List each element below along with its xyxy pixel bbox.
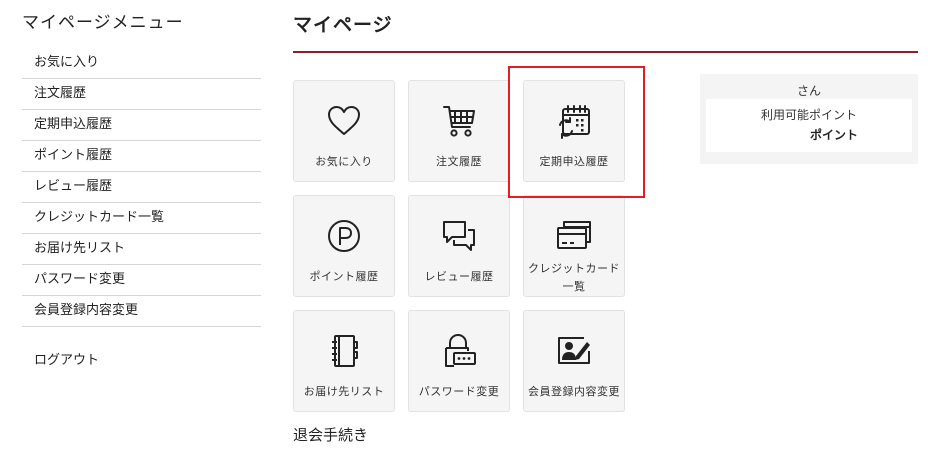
- user-name: さん: [796, 84, 821, 98]
- tile-label: 注文履歴: [436, 155, 482, 168]
- page-title: マイページ: [293, 14, 393, 36]
- tile-label: クレジットカード 一覧: [524, 260, 624, 296]
- tile-label: お気に入り: [315, 155, 373, 168]
- address-book-icon: [326, 333, 362, 369]
- sidebar-item-address-list[interactable]: お届け先リスト: [22, 234, 261, 265]
- tile-label-line-2: 一覧: [562, 280, 586, 293]
- credit-card-icon: [556, 218, 592, 254]
- sidebar-item-credit-cards[interactable]: クレジットカード一覧: [22, 203, 261, 234]
- cart-icon: [441, 103, 477, 139]
- sidebar-title: マイページメニュー: [22, 13, 184, 33]
- sidebar-item-member-info[interactable]: 会員登録内容変更: [22, 296, 261, 327]
- points-box: 利用可能ポイント ポイント: [706, 99, 912, 152]
- tile-point-history[interactable]: ポイント履歴: [293, 195, 395, 297]
- chat-icon: [441, 218, 477, 254]
- sidebar-menu: お気に入り 注文履歴 定期申込履歴 ポイント履歴 レビュー履歴 クレジットカード…: [22, 48, 261, 327]
- available-points-value: ポイント: [809, 128, 858, 142]
- sidebar-item-order-history[interactable]: 注文履歴: [22, 79, 261, 110]
- tile-order-history[interactable]: 注文履歴: [408, 80, 510, 182]
- title-divider: [293, 51, 918, 53]
- tile-label: ポイント履歴: [309, 270, 379, 283]
- calendar-refresh-icon: [556, 103, 592, 139]
- tile-label: 会員登録内容変更: [528, 385, 620, 398]
- sidebar-item-point-history[interactable]: ポイント履歴: [22, 141, 261, 172]
- tile-review-history[interactable]: レビュー履歴: [408, 195, 510, 297]
- tile-password-change[interactable]: パスワード変更: [408, 310, 510, 412]
- sidebar-item-subscription-history[interactable]: 定期申込履歴: [22, 110, 261, 141]
- heart-icon: [326, 103, 362, 139]
- tile-member-info[interactable]: 会員登録内容変更: [523, 310, 625, 412]
- tile-label: お届け先リスト: [303, 385, 385, 398]
- tile-label: 定期申込履歴: [539, 155, 609, 168]
- tile-favorites[interactable]: お気に入り: [293, 80, 395, 182]
- sidebar: マイページメニュー お気に入り 注文履歴 定期申込履歴 ポイント履歴 レビュー履…: [22, 12, 261, 368]
- tile-address-list[interactable]: お届け先リスト: [293, 310, 395, 412]
- profile-edit-icon: [556, 333, 592, 369]
- tile-credit-cards[interactable]: クレジットカード 一覧: [523, 195, 625, 297]
- withdraw-link[interactable]: 退会手続き: [293, 424, 368, 445]
- tile-label: レビュー履歴: [424, 270, 494, 283]
- tile-subscription-history[interactable]: 定期申込履歴: [523, 80, 625, 182]
- logout-link[interactable]: ログアウト: [22, 349, 261, 368]
- sidebar-item-review-history[interactable]: レビュー履歴: [22, 172, 261, 203]
- sidebar-item-password-change[interactable]: パスワード変更: [22, 265, 261, 296]
- tile-label-line-1: クレジットカード: [528, 262, 620, 275]
- point-icon: [326, 218, 362, 254]
- tile-label: パスワード変更: [418, 385, 500, 398]
- points-panel: さん 利用可能ポイント ポイント: [700, 74, 918, 164]
- sidebar-item-favorites[interactable]: お気に入り: [22, 48, 261, 79]
- lock-icon: [441, 333, 477, 369]
- available-points-label: 利用可能ポイント: [760, 108, 857, 122]
